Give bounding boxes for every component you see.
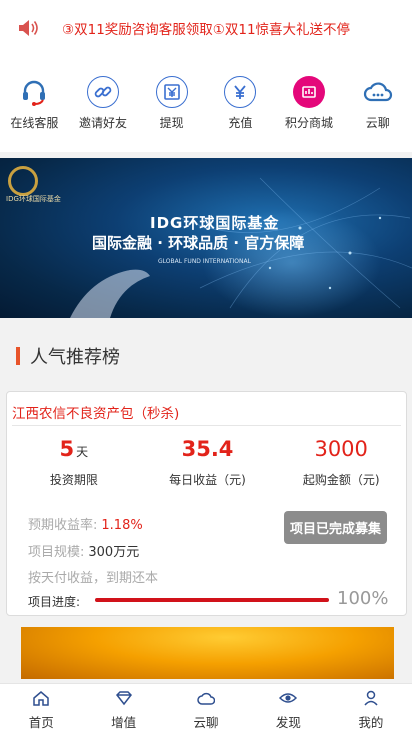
eye-icon	[279, 693, 298, 703]
diamond-icon	[115, 691, 132, 706]
tab-label: 增值	[111, 715, 137, 730]
logo-ring-icon	[8, 166, 38, 196]
banner-subtitle: GLOBAL FUND INTERNATIONAL	[158, 258, 251, 265]
link-icon	[87, 76, 119, 108]
shortcut-withdraw[interactable]: 提现	[137, 56, 206, 152]
banner-slogan: 国际金融 · 环球品质 · 官方保障	[92, 234, 305, 252]
product-title[interactable]: 江西农信不良资产包（秒杀)	[12, 402, 179, 422]
cloud-icon	[197, 692, 216, 705]
tab-discover[interactable]: 发现	[247, 684, 329, 735]
stat-daily-income: 35.4 每日收益（元)	[141, 437, 275, 488]
promo-banner[interactable]: IDG环球国际基金 IDG环球国际基金 国际金融 · 环球品质 · 官方保障 G…	[0, 158, 412, 318]
banner-title: IDG环球国际基金	[150, 214, 280, 232]
home-icon	[33, 691, 49, 706]
progress-label: 项目进度:	[28, 595, 81, 609]
tab-label: 我的	[358, 715, 384, 730]
shortcut-label: 云聊	[365, 116, 390, 130]
stat-label: 起购金额（元)	[302, 473, 380, 487]
speaker-icon	[19, 20, 38, 36]
shortcut-cloud-chat[interactable]: 云聊	[343, 56, 412, 152]
repay-row: 按天付收益，到期还本	[28, 567, 158, 586]
bottom-tab-bar: 首页 增值 云聊 发现 我的	[0, 683, 412, 735]
stat-label: 投资期限	[49, 473, 98, 487]
shortcut-label: 邀请好友	[79, 116, 128, 130]
project-status-button[interactable]: 项目已完成募集	[284, 511, 387, 544]
tab-label: 云聊	[193, 715, 219, 730]
rate-row: 预期收益率: 1.18%	[28, 514, 143, 533]
section-title: 人气推荐榜	[30, 347, 120, 368]
stat-unit: 天	[76, 445, 89, 459]
progress-fill	[95, 598, 329, 602]
product-stats: 5天 投资期限 35.4 每日收益（元) 3000 起购金额（元)	[7, 437, 408, 488]
tab-label: 发现	[275, 715, 301, 730]
user-icon	[364, 690, 378, 706]
shortcut-label: 提现	[159, 116, 184, 130]
tab-label: 首页	[28, 715, 54, 730]
stat-min-amount: 3000 起购金额（元)	[274, 437, 408, 488]
section-accent-bar	[16, 347, 20, 365]
shortcut-label: 在线客服	[10, 116, 59, 130]
shortcut-menu: 在线客服 邀请好友 提现 充值 积分商城 云聊	[0, 56, 412, 152]
stat-value: 3000	[314, 437, 368, 461]
shortcut-label: 积分商城	[285, 116, 334, 130]
headset-icon	[18, 76, 50, 108]
cloud-chat-icon	[362, 76, 394, 108]
progress-bar	[95, 598, 329, 602]
stat-value: 5	[59, 437, 75, 461]
yen-icon	[224, 76, 257, 108]
divider	[12, 425, 401, 426]
tab-mine[interactable]: 我的	[330, 684, 412, 735]
banner-logo	[8, 166, 38, 196]
shortcut-online-service[interactable]: 在线客服	[0, 56, 69, 152]
scale-value: 300万元	[88, 545, 140, 560]
tab-cloud-chat[interactable]: 云聊	[165, 684, 247, 735]
stat-term: 5天 投资期限	[7, 437, 141, 488]
stat-value: 35.4	[181, 437, 234, 461]
notice-text: ③双11奖励咨询客服领取①双11惊喜大礼送不停	[62, 22, 351, 38]
shortcut-label: 充值	[228, 116, 253, 130]
shortcut-recharge[interactable]: 充值	[206, 56, 275, 152]
shortcut-points-mall[interactable]: 积分商城	[275, 56, 344, 152]
tab-home[interactable]: 首页	[0, 684, 82, 735]
rate-value: 1.18%	[101, 518, 143, 533]
tab-value-added[interactable]: 增值	[82, 684, 164, 735]
points-mall-icon	[293, 76, 326, 108]
stat-label: 每日收益（元)	[169, 473, 246, 487]
shortcut-invite-friends[interactable]: 邀请好友	[69, 56, 138, 152]
notice-bar[interactable]: ③双11奖励咨询客服领取①双11惊喜大礼送不停	[0, 0, 412, 56]
banner-logo-text: IDG环球国际基金	[6, 195, 61, 203]
promo-image[interactable]	[21, 627, 394, 679]
product-card[interactable]: 江西农信不良资产包（秒杀) 5天 投资期限 35.4 每日收益（元) 3000 …	[6, 391, 407, 616]
repay-text: 按天付收益，到期还本	[28, 571, 159, 586]
scale-label: 项目规模:	[28, 545, 85, 560]
progress-percent: 100%	[337, 588, 389, 609]
withdraw-icon	[155, 76, 188, 108]
rate-label: 预期收益率:	[28, 518, 98, 533]
scale-row: 项目规模: 300万元	[28, 541, 139, 560]
section-header: 人气推荐榜	[0, 330, 412, 382]
